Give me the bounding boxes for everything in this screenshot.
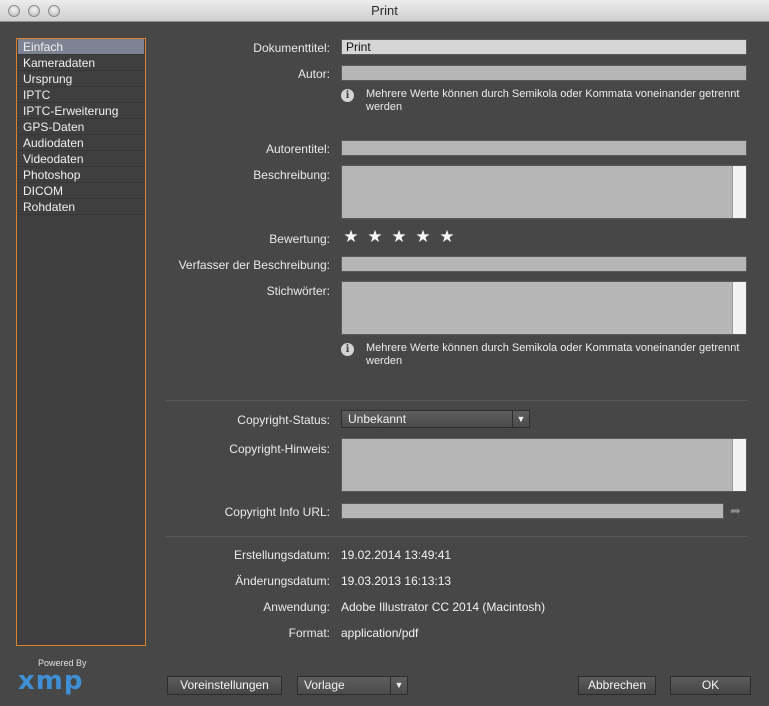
erstellungsdatum-value: 19.02.2014 13:49:41 [341, 548, 452, 562]
window-title: Print [371, 3, 398, 18]
category-sidebar: Einfach Kameradaten Ursprung IPTC IPTC-E… [16, 38, 146, 646]
beschreibung-textarea[interactable] [341, 165, 747, 219]
chevron-down-icon: ▼ [390, 677, 407, 694]
star-icon[interactable]: ★ [365, 227, 385, 247]
minimize-window-button[interactable] [28, 5, 40, 17]
anwendung-value: Adobe Illustrator CC 2014 (Macintosh) [341, 600, 546, 614]
verfasser-field[interactable] [341, 256, 747, 272]
autor-hint-text: Mehrere Werte können durch Semikola oder… [366, 88, 740, 113]
info-icon: i [341, 89, 354, 102]
format-label: Format: [288, 626, 330, 640]
sidebar-item-photoshop[interactable]: Photoshop [18, 167, 144, 183]
xmp-logo-text: xmp [18, 666, 84, 696]
sidebar-item-rohdaten[interactable]: Rohdaten [18, 199, 144, 215]
stichwoerter-hint: i Mehrere Werte können durch Semikola od… [341, 342, 746, 368]
title-bar: Print [0, 0, 769, 22]
copyright-status-value: Unbekannt [348, 412, 407, 426]
section-divider [166, 400, 748, 401]
star-icon[interactable]: ★ [341, 227, 361, 247]
stichwoerter-textarea[interactable] [341, 281, 747, 335]
sidebar-item-iptc-erweiterung[interactable]: IPTC-Erweiterung [18, 103, 144, 119]
zoom-window-button[interactable] [48, 5, 60, 17]
sidebar-item-videodaten[interactable]: Videodaten [18, 151, 144, 167]
autor-field[interactable] [341, 65, 747, 81]
close-window-button[interactable] [8, 5, 20, 17]
format-value: application/pdf [341, 626, 419, 640]
autorentitel-field[interactable] [341, 140, 747, 156]
anwendung-label: Anwendung: [263, 600, 330, 614]
copyright-url-label: Copyright Info URL: [224, 505, 330, 519]
bewertung-label: Bewertung: [269, 232, 330, 246]
stichwoerter-hint-text: Mehrere Werte können durch Semikola oder… [366, 342, 740, 367]
sidebar-item-iptc[interactable]: IPTC [18, 87, 144, 103]
vorlage-value: Vorlage [304, 678, 345, 692]
copyright-hinweis-scrollbar[interactable] [732, 439, 746, 491]
sidebar-item-dicom[interactable]: DICOM [18, 183, 144, 199]
dokumenttitel-label: Dokumenttitel: [253, 41, 330, 55]
share-arrow-icon[interactable]: ➦ [730, 503, 741, 519]
rating-stars: ★ ★ ★ ★ ★ [341, 227, 461, 247]
autor-hint: i Mehrere Werte können durch Semikola od… [341, 88, 746, 114]
section-divider [166, 536, 748, 537]
dokumenttitel-field[interactable]: Print [341, 39, 747, 55]
chevron-down-icon: ▼ [512, 411, 529, 427]
sidebar-item-kameradaten[interactable]: Kameradaten [18, 55, 144, 71]
autor-label: Autor: [297, 67, 330, 81]
sidebar-item-gps-daten[interactable]: GPS-Daten [18, 119, 144, 135]
xmp-logo: Powered By xmp [18, 658, 88, 696]
copyright-status-dropdown[interactable]: Unbekannt ▼ [341, 410, 530, 428]
aenderungsdatum-value: 19.03.2013 16:13:13 [341, 574, 452, 588]
erstellungsdatum-label: Erstellungsdatum: [233, 548, 330, 562]
sidebar-item-ursprung[interactable]: Ursprung [18, 71, 144, 87]
copyright-status-label: Copyright-Status: [237, 413, 330, 427]
autorentitel-label: Autorentitel: [265, 142, 330, 156]
voreinstellungen-button[interactable]: Voreinstellungen [167, 676, 282, 695]
info-icon: i [341, 343, 354, 356]
abbrechen-button[interactable]: Abbrechen [578, 676, 656, 695]
aenderungsdatum-label: Änderungsdatum: [235, 574, 330, 588]
stichwoerter-label: Stichwörter: [266, 284, 330, 298]
dialog-body: Einfach Kameradaten Ursprung IPTC IPTC-E… [0, 22, 769, 706]
star-icon[interactable]: ★ [437, 227, 457, 247]
copyright-hinweis-textarea[interactable] [341, 438, 747, 492]
sidebar-item-einfach[interactable]: Einfach [18, 39, 144, 55]
verfasser-label: Verfasser der Beschreibung: [178, 258, 330, 272]
stichwoerter-scrollbar[interactable] [732, 282, 746, 334]
beschreibung-label: Beschreibung: [253, 168, 330, 182]
ok-button[interactable]: OK [670, 676, 751, 695]
beschreibung-scrollbar[interactable] [732, 166, 746, 218]
star-icon[interactable]: ★ [413, 227, 433, 247]
vorlage-dropdown[interactable]: Vorlage ▼ [297, 676, 408, 695]
copyright-url-field[interactable] [341, 503, 724, 519]
star-icon[interactable]: ★ [389, 227, 409, 247]
sidebar-item-audiodaten[interactable]: Audiodaten [18, 135, 144, 151]
copyright-hinweis-label: Copyright-Hinweis: [229, 442, 330, 456]
